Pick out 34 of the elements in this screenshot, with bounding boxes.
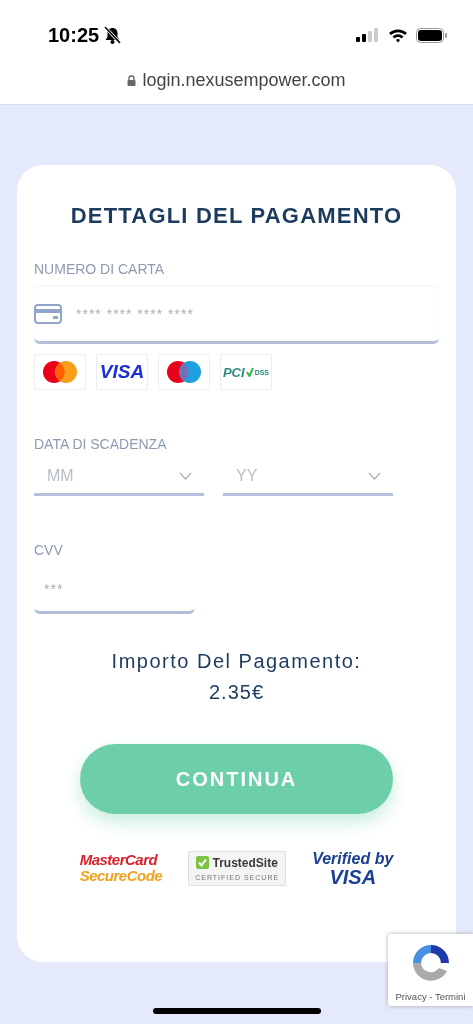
wifi-icon (388, 27, 408, 43)
brand-text: PCI (222, 364, 245, 380)
field-label: NUMERO DI CARTA (34, 261, 166, 277)
overlapping-circles-icon (166, 360, 202, 384)
chevron-down-icon (368, 471, 381, 480)
credit-card-icon (34, 304, 62, 324)
amount-value: 2.35€ (207, 681, 266, 704)
url-text[interactable]: login.nexusempower.com (142, 70, 346, 91)
logo-text: MasterCard (79, 852, 159, 868)
logo-text: VISA (329, 868, 377, 886)
check-icon (245, 367, 254, 377)
logo-text: TrustedSite (212, 855, 278, 870)
overlapping-circles-icon (42, 360, 78, 384)
battery-icon (416, 27, 447, 43)
field-label: DATA DI SCADENZA (34, 436, 168, 452)
cvv-field[interactable]: *** (44, 566, 195, 611)
recaptcha-links[interactable]: Privacy - Termini (395, 991, 466, 1002)
select-placeholder: YY (236, 466, 258, 485)
select-placeholder: MM (47, 466, 74, 485)
chevron-down-icon (179, 471, 192, 480)
field-label: CVV (34, 542, 64, 558)
checkmark-icon (196, 856, 210, 869)
logo-text: SecureCode (79, 868, 163, 884)
brand-text: VISA (99, 361, 145, 383)
signal-icon (356, 28, 380, 42)
continue-button[interactable]: CONTINUA (80, 744, 393, 814)
month-select[interactable]: MM (34, 458, 204, 496)
year-select[interactable]: YY (223, 458, 393, 496)
status-time: 10:25 (48, 23, 100, 47)
amount-label: Importo Del Pagamento: (110, 650, 363, 673)
form-title: DETTAGLI DEL PAGAMENTO (69, 203, 404, 229)
card-number-field[interactable]: **** **** **** **** (76, 287, 439, 341)
home-indicator[interactable] (153, 1008, 321, 1014)
logo-text: Verified by (312, 850, 394, 868)
